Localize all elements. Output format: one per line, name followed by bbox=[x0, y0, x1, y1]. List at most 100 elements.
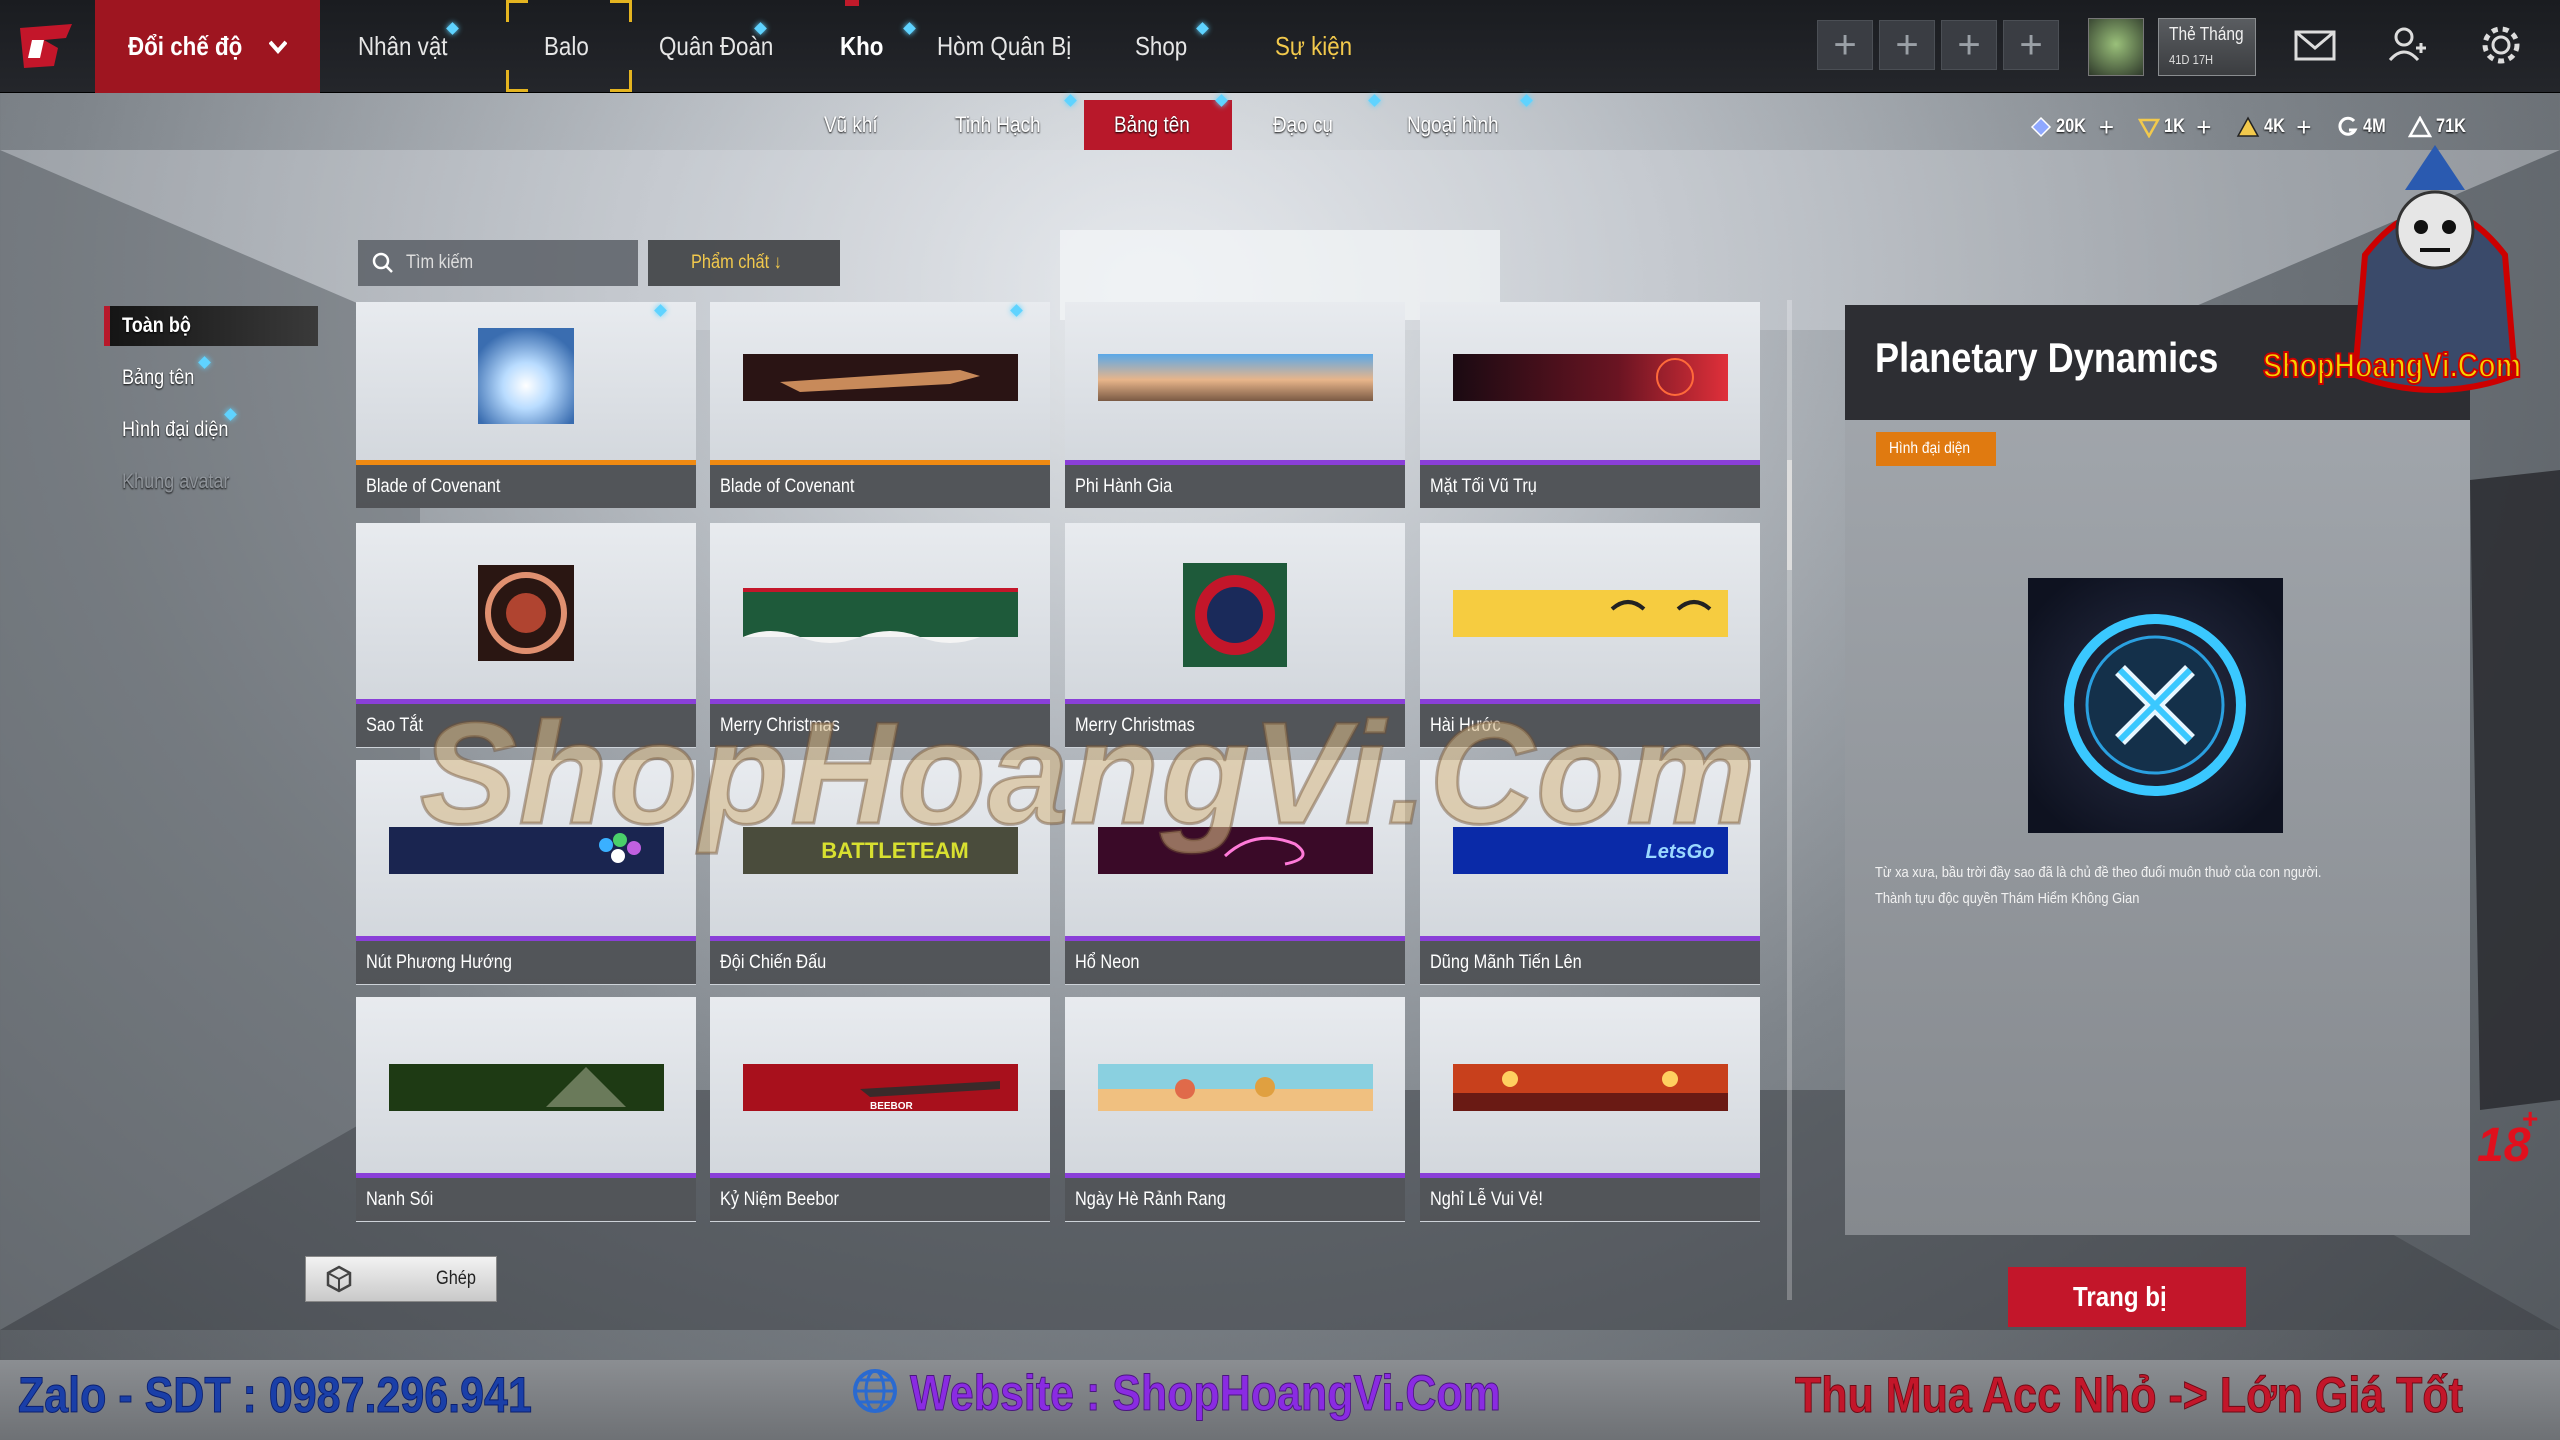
item-category-badge: Hình đại diện bbox=[1876, 432, 1996, 466]
item-name: Đội Chiến Đấu bbox=[720, 951, 827, 973]
subtab-label: Vũ khí bbox=[823, 112, 878, 137]
nav-tab-shop[interactable]: Shop bbox=[1130, 0, 1209, 93]
chevron-down-icon bbox=[268, 40, 287, 54]
shop-logo-label: ShopHoangVi.Com bbox=[2262, 346, 2522, 386]
monthly-card-avatar[interactable] bbox=[2088, 18, 2144, 76]
selection-corner bbox=[610, 0, 632, 22]
filter-label: Hình đại diện bbox=[122, 418, 229, 441]
selection-corner bbox=[506, 0, 528, 22]
add-slot-button[interactable]: + bbox=[2003, 20, 2059, 70]
diamond-icon bbox=[2030, 116, 2052, 138]
blade-covenant-banner-thumb bbox=[743, 354, 1018, 401]
filter-all[interactable]: Toàn bộ bbox=[104, 306, 318, 346]
mail-icon[interactable] bbox=[2290, 20, 2340, 70]
notification-dot-icon bbox=[903, 22, 916, 35]
selection-corner bbox=[610, 70, 632, 92]
item-card[interactable]: Blade of Covenant bbox=[710, 302, 1050, 508]
nav-tab-clan[interactable]: Quân Đoàn bbox=[659, 0, 790, 93]
monthly-card-title: Thẻ Tháng bbox=[2169, 24, 2244, 44]
item-name: Nghỉ Lễ Vui Vẻ! bbox=[1430, 1188, 1543, 1210]
grid-scrollbar-thumb[interactable] bbox=[1787, 460, 1792, 570]
christmas-avatar-thumb bbox=[1183, 563, 1287, 667]
equip-button[interactable]: Trang bị bbox=[2008, 1267, 2246, 1327]
globe-icon bbox=[853, 1369, 897, 1413]
item-card[interactable]: BEEBOR Kỷ Niệm Beebor bbox=[710, 997, 1050, 1222]
add-currency-button[interactable]: + bbox=[2196, 112, 2211, 143]
add-slot-button[interactable]: + bbox=[1817, 20, 1873, 70]
description-line: Từ xa xưa, bầu trời đầy sao đã là chủ đề… bbox=[1875, 864, 2322, 881]
item-category-text: Hình đại diện bbox=[1888, 440, 1970, 457]
top-nav-bar: Đổi chế độ Nhân vật Balo Quân Đoàn Kho H… bbox=[0, 0, 2560, 93]
search-icon bbox=[372, 252, 393, 273]
currency-diamond: 20K + bbox=[2030, 112, 2114, 143]
active-tab-marker bbox=[845, 0, 859, 6]
notification-dot-icon bbox=[1064, 94, 1077, 107]
nav-tab-supply-box[interactable]: Hòm Quân Bị bbox=[937, 0, 1080, 93]
item-detail-title: Planetary Dynamics bbox=[1875, 334, 2274, 382]
filter-label: Khung avatar bbox=[122, 470, 230, 493]
subtab-weapons[interactable]: Vũ khí bbox=[800, 100, 910, 150]
subtab-appearance[interactable]: Ngoại hình bbox=[1400, 100, 1520, 150]
item-name: Blade of Covenant bbox=[366, 475, 501, 497]
add-slot-button[interactable]: + bbox=[1941, 20, 1997, 70]
nav-tab-label: Balo bbox=[543, 31, 589, 61]
description-line: Thành tựu độc quyền Thám Hiểm Không Gian bbox=[1875, 890, 2140, 907]
currency-value: 4K bbox=[2264, 116, 2285, 137]
notification-dot-icon bbox=[1196, 22, 1209, 35]
change-mode-button[interactable]: Đổi chế độ bbox=[95, 0, 320, 93]
age-rating-plus-text: + bbox=[2522, 1103, 2539, 1134]
item-card[interactable]: Mặt Tối Vũ Trụ bbox=[1420, 302, 1760, 508]
astronaut-banner-thumb bbox=[1098, 354, 1373, 401]
wolf-fang-banner-thumb bbox=[389, 1064, 664, 1111]
subtab-items[interactable]: Đạo cụ bbox=[1250, 100, 1365, 150]
item-name: Dũng Mãnh Tiến Lên bbox=[1430, 951, 1582, 973]
currency-value: 1K bbox=[2164, 116, 2185, 137]
coupon-icon bbox=[2138, 118, 2160, 138]
nav-tab-label: Sự kiện bbox=[1275, 31, 1353, 61]
funny-face-banner-thumb bbox=[1453, 590, 1728, 637]
merge-button[interactable]: Ghép bbox=[305, 1256, 497, 1302]
nav-tab-storage[interactable]: Kho bbox=[830, 0, 900, 93]
add-currency-button[interactable]: + bbox=[2099, 112, 2114, 143]
grid-scrollbar-track[interactable] bbox=[1787, 300, 1792, 1300]
promo-website-text: Website : ShopHoangVi.Com bbox=[910, 1365, 1502, 1422]
game-logo[interactable] bbox=[14, 18, 80, 74]
planetary-dynamics-emblem-icon bbox=[2028, 578, 2283, 833]
item-detail-title-text: Planetary Dynamics bbox=[1875, 334, 2219, 381]
nav-tab-label: Hòm Quân Bị bbox=[936, 31, 1072, 61]
nav-tab-label: Shop bbox=[1134, 31, 1187, 61]
item-name: Hổ Neon bbox=[1075, 951, 1140, 973]
banner-text: BEEBOR bbox=[870, 1101, 914, 1112]
add-currency-button[interactable]: + bbox=[2296, 112, 2311, 143]
filter-nameplates[interactable]: Bảng tên bbox=[104, 358, 318, 398]
item-description: Từ xa xưa, bầu trời đầy sao đã là chủ đề… bbox=[1875, 860, 2435, 912]
friends-icon[interactable] bbox=[2382, 20, 2432, 70]
nav-tab-character[interactable]: Nhân vật bbox=[358, 0, 460, 93]
monthly-card-button[interactable]: Thẻ Tháng 41D 17H bbox=[2158, 18, 2256, 76]
summer-day-banner-thumb bbox=[1098, 1064, 1373, 1111]
item-card[interactable]: Nanh Sói bbox=[356, 997, 696, 1222]
item-card[interactable]: Phi Hành Gia bbox=[1065, 302, 1405, 508]
gear-icon[interactable] bbox=[2476, 20, 2526, 70]
subtab-label: Tinh Hạch bbox=[955, 112, 1041, 137]
search-placeholder: Tìm kiếm bbox=[406, 252, 474, 273]
christmas-banner-thumb bbox=[743, 588, 1018, 643]
filter-avatars[interactable]: Hình đại diện bbox=[104, 410, 318, 450]
item-name: Ngày Hè Rảnh Rang bbox=[1075, 1188, 1226, 1210]
subtab-label: Đạo cụ bbox=[1272, 112, 1333, 137]
nav-tab-label: Kho bbox=[839, 31, 884, 61]
item-card[interactable]: Blade of Covenant bbox=[356, 302, 696, 508]
sort-label: Phẩm chất ↓ bbox=[691, 252, 783, 273]
item-card[interactable]: Nghỉ Lễ Vui Vẻ! bbox=[1420, 997, 1760, 1222]
search-input[interactable]: Tìm kiếm bbox=[358, 240, 638, 286]
nav-tab-events[interactable]: Sự kiện bbox=[1270, 0, 1370, 93]
subtab-nameplates[interactable]: Bảng tên bbox=[1084, 100, 1232, 150]
item-card[interactable]: Ngày Hè Rảnh Rang bbox=[1065, 997, 1405, 1222]
notification-dot-icon bbox=[1368, 94, 1381, 107]
sort-by-quality-button[interactable]: Phẩm chất ↓ bbox=[648, 240, 840, 286]
filter-avatar-frames[interactable]: Khung avatar bbox=[104, 462, 318, 502]
promo-contact: Zalo - SDT : 0987.296.941 bbox=[18, 1366, 616, 1424]
gold-triangle-icon bbox=[2236, 116, 2260, 137]
add-slot-button[interactable]: + bbox=[1879, 20, 1935, 70]
subtab-cores[interactable]: Tinh Hạch bbox=[950, 100, 1060, 150]
